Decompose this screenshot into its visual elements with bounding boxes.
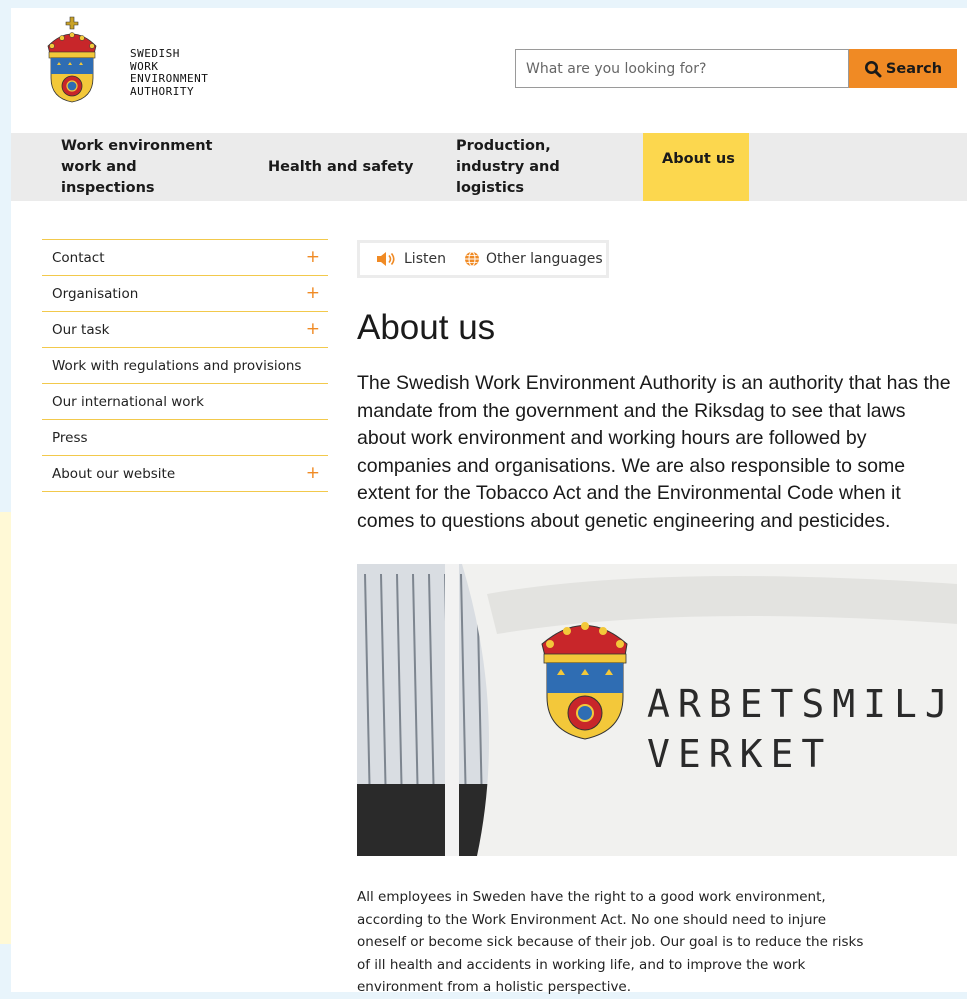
expand-plus-icon[interactable]: + <box>306 249 320 266</box>
logo-text: SWEDISH WORK ENVIRONMENT AUTHORITY <box>130 47 209 98</box>
sidebar-item-contact[interactable]: Contact + <box>42 240 328 276</box>
nav-item-production[interactable]: Production, industry and logistics <box>456 133 591 201</box>
sidebar-item-label: Our international work <box>52 393 204 410</box>
expand-plus-icon[interactable]: + <box>306 321 320 338</box>
sidebar-item-label: About our website <box>52 465 176 482</box>
nav-item-label: Health and safety <box>268 158 414 175</box>
search-input[interactable] <box>516 50 848 87</box>
sidebar-item-label: Organisation <box>52 285 139 302</box>
sidebar-item-label: Press <box>52 429 88 446</box>
expand-plus-icon[interactable]: + <box>306 465 320 482</box>
search-icon <box>864 60 882 77</box>
nav-item-health-and-safety[interactable]: Health and safety <box>268 133 428 201</box>
search-button-label: Search <box>885 60 943 77</box>
logo-line: AUTHORITY <box>130 84 195 98</box>
sidebar-item-about-our-website[interactable]: About our website + <box>42 456 328 492</box>
globe-icon <box>464 251 479 267</box>
search-box <box>515 49 849 88</box>
sidebar-item-our-task[interactable]: Our task + <box>42 312 328 348</box>
nav-item-label: About us <box>662 151 735 167</box>
left-accent-strip <box>0 512 11 944</box>
sidebar-item-label: Our task <box>52 321 110 338</box>
nav-item-about-us[interactable]: About us <box>643 133 749 201</box>
sidebar-item-press[interactable]: Press <box>42 420 328 456</box>
body-paragraph: All employees in Sweden have the right t… <box>357 889 864 995</box>
nav-item-label: Work environment work and inspections <box>61 137 213 196</box>
intro-paragraph: The Swedish Work Environment Authority i… <box>357 372 951 532</box>
sidebar-item-regulations[interactable]: Work with regulations and provisions <box>42 348 328 384</box>
logo-line: ENVIRONMENT <box>130 72 209 85</box>
nav-item-work-environment[interactable]: Work environment work and inspections <box>61 133 231 201</box>
nav-item-label: Production, industry and logistics <box>456 137 560 196</box>
site-logo[interactable]: SWEDISH WORK ENVIRONMENT AUTHORITY <box>42 16 212 104</box>
sidebar-item-organisation[interactable]: Organisation + <box>42 276 328 312</box>
sidebar-menu: Contact + Organisation + Our task + Work… <box>42 239 328 492</box>
other-languages-button[interactable]: Other languages <box>464 251 603 267</box>
logo-line: SWEDISH <box>130 47 180 60</box>
sidebar-item-label: Contact <box>52 249 105 266</box>
sidebar-item-label: Work with regulations and provisions <box>52 357 302 374</box>
other-languages-label: Other languages <box>485 251 603 267</box>
readspeaker-toolbar: Listen Other languages <box>357 240 609 278</box>
sidebar-item-international-work[interactable]: Our international work <box>42 384 328 420</box>
expand-plus-icon[interactable]: + <box>306 285 320 302</box>
listen-label: Listen <box>404 251 446 267</box>
main-nav: Work environment work and inspections He… <box>11 133 967 201</box>
speaker-icon <box>377 252 395 266</box>
page-title: About us <box>357 308 496 347</box>
page: SWEDISH WORK ENVIRONMENT AUTHORITY Searc… <box>11 8 967 995</box>
coat-of-arms-icon <box>47 16 97 103</box>
flag-text-line-1: ARBETSMILJÖ <box>647 682 957 726</box>
search-button[interactable]: Search <box>849 49 957 88</box>
flag-text-line-2: VERKET <box>647 732 833 776</box>
listen-button[interactable]: Listen <box>376 251 446 267</box>
flag-photo: ARBETSMILJÖ VERKET <box>357 564 957 856</box>
